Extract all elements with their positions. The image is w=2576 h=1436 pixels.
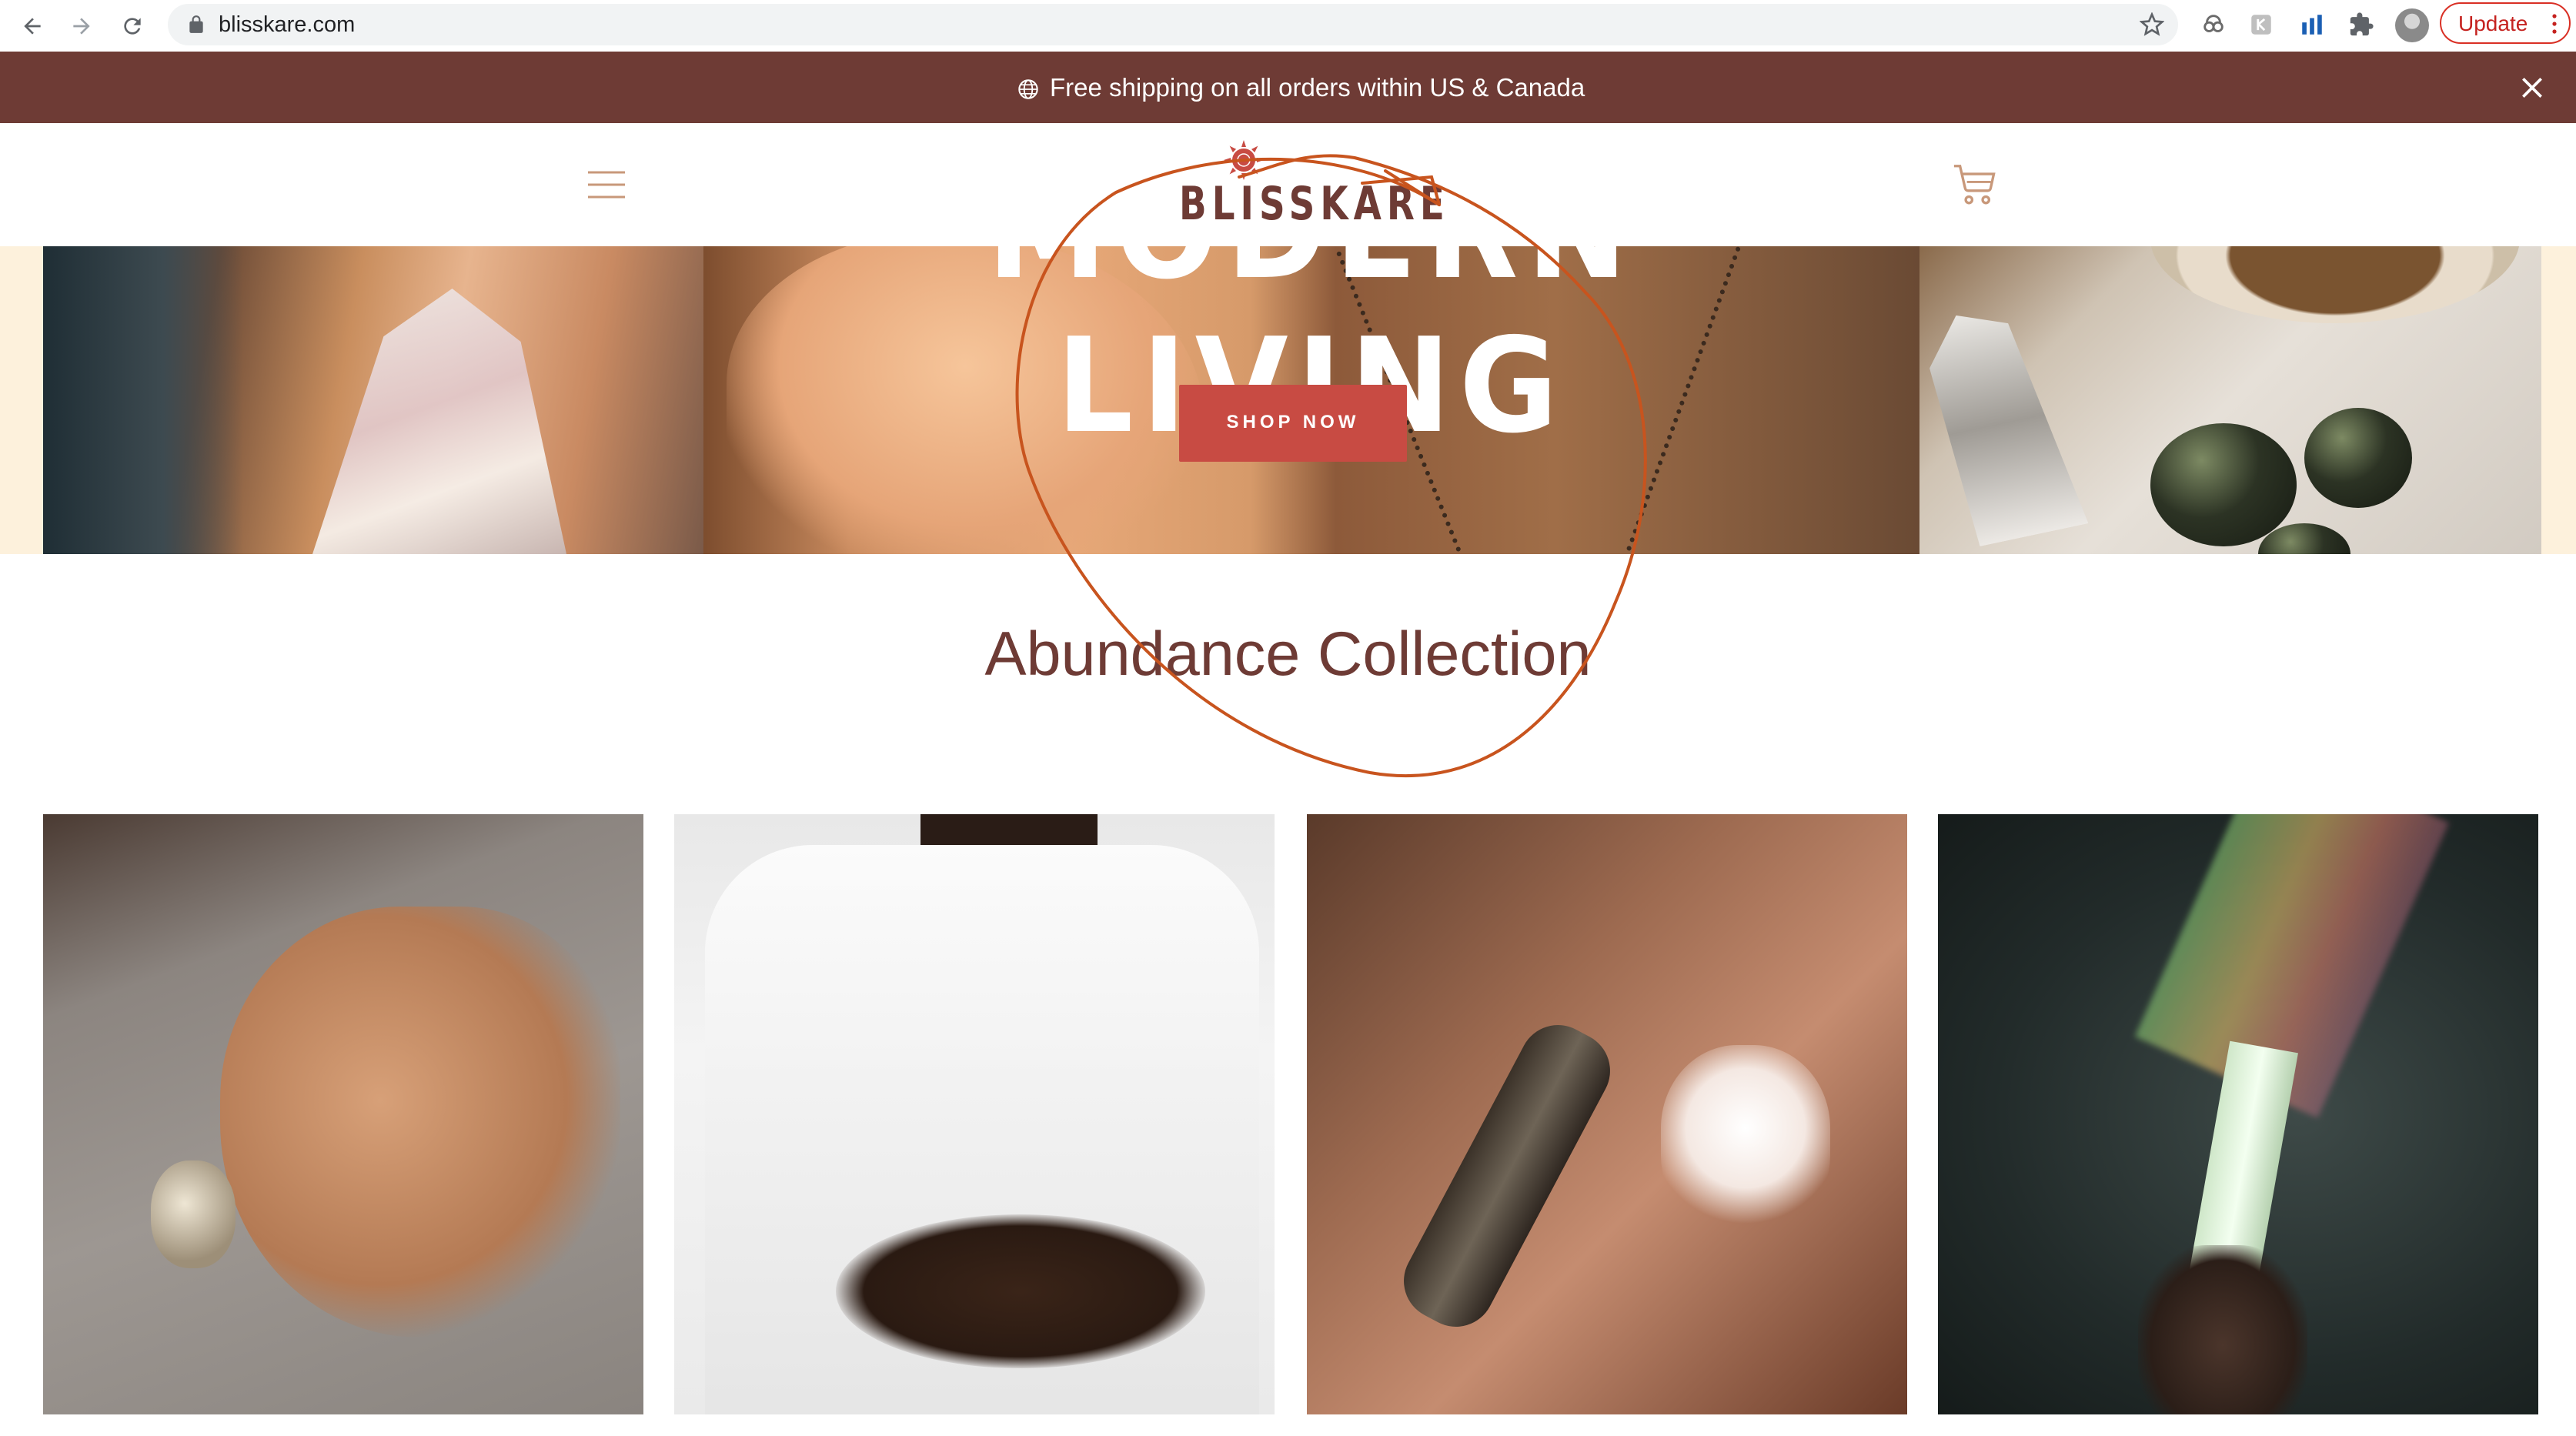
announcement-bar: Free shipping on all orders within US & … [0, 52, 2576, 123]
collection-title: Abundance Collection [984, 619, 1592, 689]
forward-icon [73, 18, 90, 35]
profile-avatar[interactable] [2395, 8, 2429, 42]
extension-cloud[interactable] [2198, 9, 2229, 40]
product-card-3[interactable] [1307, 814, 1907, 1414]
hero-banner: MODERN LIVING SHOP NOW [0, 246, 2576, 554]
sun-emblem-icon [1224, 140, 1264, 180]
extension-chart[interactable] [2297, 9, 2327, 40]
hero-image-stones [1919, 246, 2541, 554]
bar-chart-icon [2302, 15, 2322, 35]
announcement-text: Free shipping on all orders within US & … [1050, 73, 1585, 102]
lock-icon[interactable] [186, 15, 206, 35]
extensions-button[interactable] [2346, 9, 2377, 40]
k-extension-icon [2251, 15, 2271, 35]
back-button[interactable] [15, 9, 49, 43]
reload-button[interactable] [115, 9, 149, 43]
hero-image-salt-lamp: MODERN LIVING SHOP NOW [703, 246, 1919, 554]
product-card-1[interactable] [43, 814, 643, 1414]
extension-k[interactable] [2246, 9, 2277, 40]
back-icon [24, 18, 41, 35]
hamburger-icon[interactable] [586, 169, 626, 200]
logo-wordmark: BLISSKARE [1179, 177, 1450, 231]
shop-now-button[interactable]: SHOP NOW [1179, 385, 1407, 462]
site-logo[interactable]: BLISSKARE [1178, 139, 1445, 231]
reload-icon [124, 18, 141, 35]
product-card-2[interactable] [674, 814, 1275, 1414]
cloud-link-icon [2203, 15, 2224, 32]
globe-icon [1018, 79, 1038, 99]
url-text[interactable]: blisskare.com [219, 11, 355, 38]
cart-icon[interactable] [1951, 160, 1999, 208]
shop-now-label: SHOP NOW [1226, 412, 1360, 432]
browser-toolbar: blisskare.com Update [0, 0, 2576, 52]
more-icon [2552, 14, 2557, 34]
close-icon[interactable] [2517, 72, 2548, 103]
star-icon[interactable] [2140, 12, 2164, 37]
site-header: BLISSKARE [0, 123, 2576, 246]
puzzle-icon [2350, 12, 2374, 36]
hero-image-crystal-face [43, 246, 703, 554]
update-button[interactable]: Update [2440, 2, 2571, 44]
forward-button[interactable] [65, 9, 99, 43]
address-bar[interactable]: blisskare.com [168, 4, 2178, 45]
update-label: Update [2458, 12, 2528, 35]
product-card-4[interactable] [1938, 814, 2538, 1414]
